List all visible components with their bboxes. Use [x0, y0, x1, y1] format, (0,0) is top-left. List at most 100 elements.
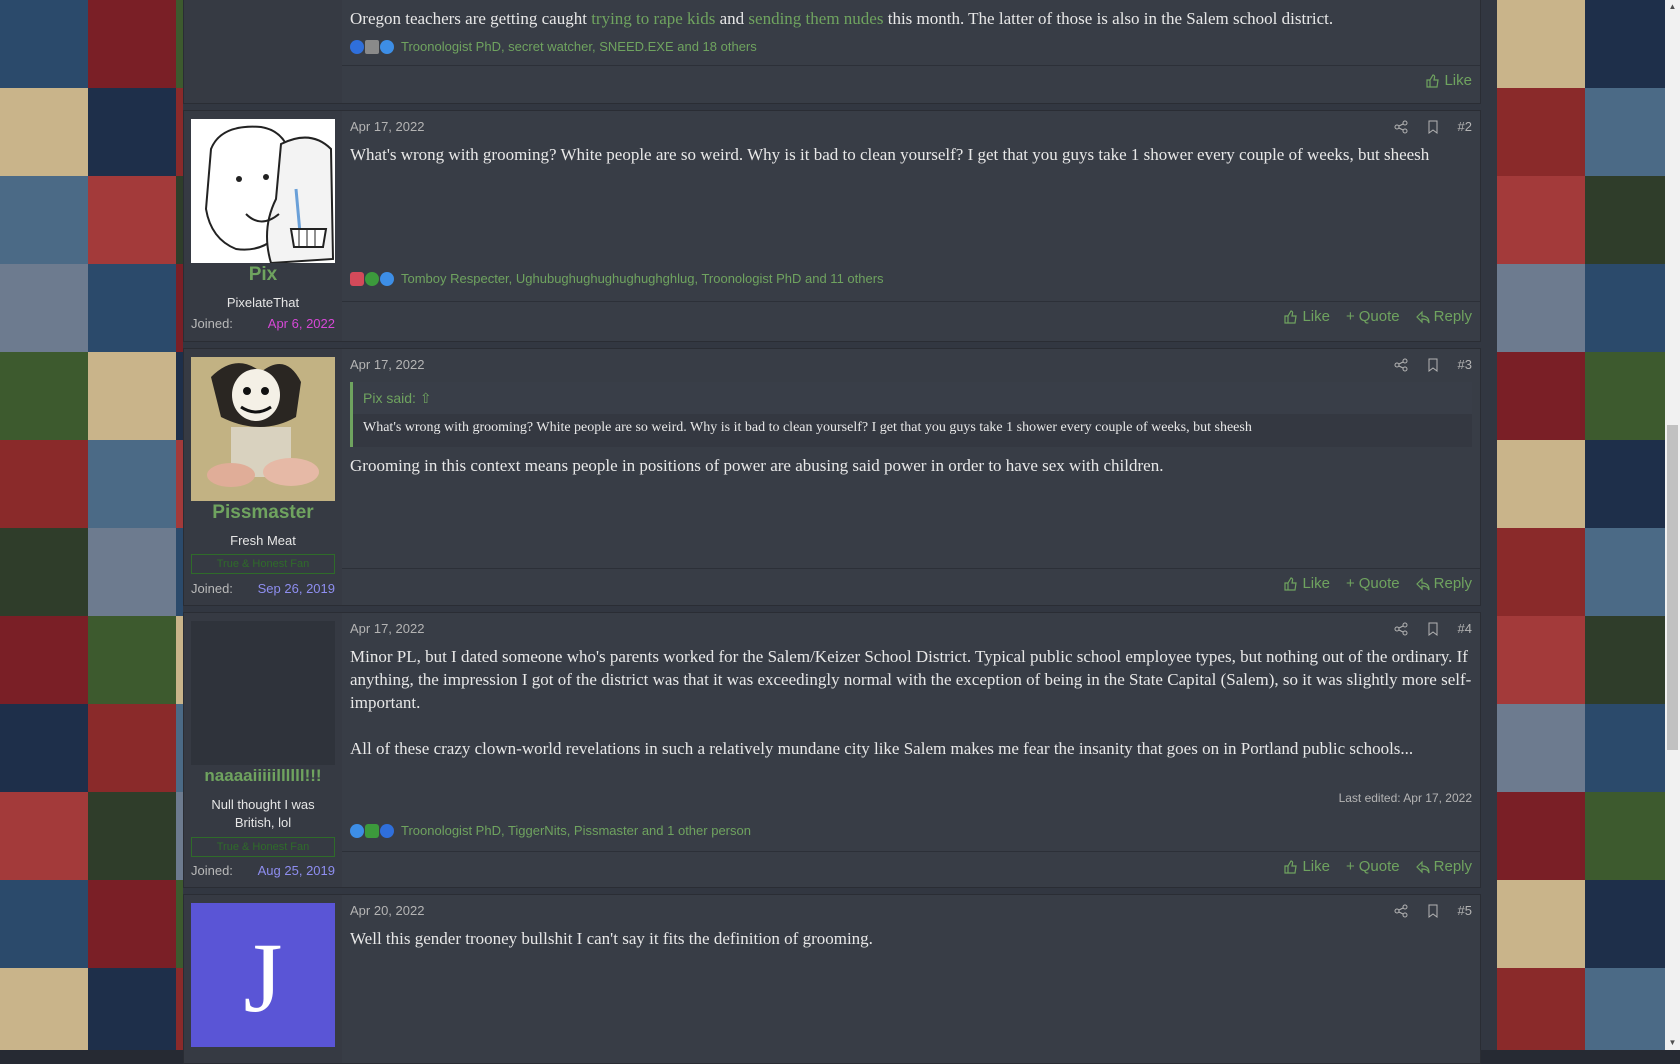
reply-button[interactable]: Reply — [1415, 858, 1472, 875]
background-tile — [176, 792, 183, 880]
background-tile — [0, 880, 88, 968]
post-body: Well this gender trooney bullshit I can'… — [350, 929, 873, 948]
background-tile — [176, 968, 183, 1050]
link-sending-them-nudes[interactable]: sending them nudes — [748, 9, 883, 28]
background-tile — [1497, 176, 1585, 264]
arrow-up-circle-icon[interactable]: ⇧ — [420, 390, 432, 406]
like-icon — [1284, 859, 1298, 874]
background-tile — [0, 176, 88, 264]
scroll-up-icon[interactable]: ▲ — [1668, 2, 1677, 11]
avatar[interactable] — [191, 119, 335, 263]
post-2: Pix PixelateThat Joined: Apr 6, 2022 Apr… — [183, 110, 1481, 342]
background-tile — [1497, 264, 1585, 352]
post-number[interactable]: #3 — [1458, 357, 1472, 372]
background-tile — [1585, 440, 1665, 528]
avatar[interactable]: J — [191, 903, 335, 1047]
post-4-reactions[interactable]: Troonologist PhD, TiggerNits, Pissmaster… — [350, 823, 751, 838]
username[interactable]: Pissmaster — [184, 502, 342, 524]
thread-content: Oregon teachers are getting caught tryin… — [183, 0, 1497, 1064]
username[interactable]: naaaaiiiiillllll!!! — [184, 766, 342, 786]
avatar[interactable] — [191, 621, 335, 765]
scroll-thumb[interactable] — [1667, 425, 1678, 750]
post-date[interactable]: Apr 17, 2022 — [350, 621, 424, 636]
post-number[interactable]: #2 — [1458, 119, 1472, 134]
post-tools: #2 — [1394, 119, 1472, 134]
background-tile — [88, 176, 176, 264]
background-tile — [1497, 880, 1585, 968]
background-tile — [1585, 792, 1665, 880]
post-body: What's wrong with grooming? White people… — [350, 145, 1430, 164]
background-tile — [88, 352, 176, 440]
quote-button[interactable]: + Quote — [1346, 308, 1400, 325]
background-tile — [1585, 880, 1665, 968]
bookmark-icon[interactable] — [1426, 358, 1440, 372]
like-button[interactable]: Like — [1284, 308, 1330, 325]
reply-button[interactable]: Reply — [1415, 308, 1472, 325]
recycle-icon — [365, 271, 379, 286]
post-date[interactable]: Apr 17, 2022 — [350, 119, 424, 134]
post-number[interactable]: #4 — [1458, 621, 1472, 636]
share-icon[interactable] — [1394, 904, 1408, 918]
post-number[interactable]: #5 — [1458, 903, 1472, 918]
thumbs-up-icon — [380, 39, 394, 54]
plus-icon: + — [1346, 308, 1355, 325]
background-tile — [0, 528, 88, 616]
post-date[interactable]: Apr 20, 2022 — [350, 903, 424, 918]
background-tile — [0, 968, 88, 1050]
reaction-users[interactable]: Troonologist PhD, secret watcher, SNEED.… — [401, 39, 757, 54]
background-tile — [1497, 440, 1585, 528]
user-title-line-1: Null thought I was — [211, 797, 315, 812]
background-tile — [88, 704, 176, 792]
post-1: Oregon teachers are getting caught tryin… — [183, 0, 1481, 104]
avatar[interactable] — [191, 357, 335, 501]
share-icon[interactable] — [1394, 622, 1408, 636]
scroll-down-icon[interactable]: ▼ — [1668, 1038, 1677, 1047]
like-button[interactable]: Like — [1284, 858, 1330, 875]
background-tile — [1497, 528, 1585, 616]
bookmark-icon[interactable] — [1426, 622, 1440, 636]
post-1-reactions[interactable]: Troonologist PhD, secret watcher, SNEED.… — [350, 39, 757, 54]
like-icon — [1284, 309, 1298, 324]
background-tile — [0, 704, 88, 792]
reaction-icons — [350, 39, 395, 54]
username[interactable]: Pix — [184, 264, 342, 286]
joined-label: Joined: — [191, 316, 233, 331]
background-tile — [88, 0, 176, 88]
background-tile — [88, 616, 176, 704]
share-icon[interactable] — [1394, 120, 1408, 134]
post-tools: #5 — [1394, 903, 1472, 918]
background-tile — [1585, 88, 1665, 176]
plus-icon: + — [1346, 575, 1355, 592]
background-tile — [176, 0, 183, 88]
post-4-main: Apr 17, 2022 #4 Minor PL, but I dated so… — [342, 613, 1480, 887]
clown-avatar-icon — [191, 357, 335, 501]
reaction-users[interactable]: Tomboy Respecter, Ughubughughughughughgh… — [401, 271, 884, 286]
post-4-user-cell: naaaaiiiiillllll!!! Null thought I was B… — [184, 613, 342, 887]
reaction-icons — [350, 271, 395, 286]
background-tile — [176, 704, 183, 792]
quote-button[interactable]: + Quote — [1346, 575, 1400, 592]
background-tile — [176, 616, 183, 704]
reply-icon — [1415, 860, 1430, 873]
quote-text: What's wrong with grooming? White people… — [363, 420, 1252, 435]
informative-icon — [350, 39, 364, 54]
bookmark-icon[interactable] — [1426, 120, 1440, 134]
like-button[interactable]: Like — [1426, 72, 1472, 89]
wojak-avatar-icon — [204, 125, 335, 263]
background-tile — [1585, 352, 1665, 440]
quote-header[interactable]: Pix said: ⇧ — [353, 382, 1472, 414]
like-button[interactable]: Like — [1284, 575, 1330, 592]
plus-icon: + — [1346, 858, 1355, 875]
share-icon[interactable] — [1394, 358, 1408, 372]
link-trying-to-rape-kids[interactable]: trying to rape kids — [591, 9, 715, 28]
post-2-user-cell: Pix PixelateThat Joined: Apr 6, 2022 — [184, 111, 342, 341]
background-tile — [1585, 704, 1665, 792]
page-scrollbar[interactable]: ▲ ▼ — [1665, 0, 1680, 1050]
reply-button[interactable]: Reply — [1415, 575, 1472, 592]
reaction-users[interactable]: Troonologist PhD, TiggerNits, Pissmaster… — [401, 823, 751, 838]
post-2-reactions[interactable]: Tomboy Respecter, Ughubughughughughughgh… — [350, 271, 884, 286]
quote-button[interactable]: + Quote — [1346, 858, 1400, 875]
post-date[interactable]: Apr 17, 2022 — [350, 357, 424, 372]
bookmark-icon[interactable] — [1426, 904, 1440, 918]
post-5-main: Apr 20, 2022 #5 Well this gender trooney… — [342, 895, 1480, 1063]
